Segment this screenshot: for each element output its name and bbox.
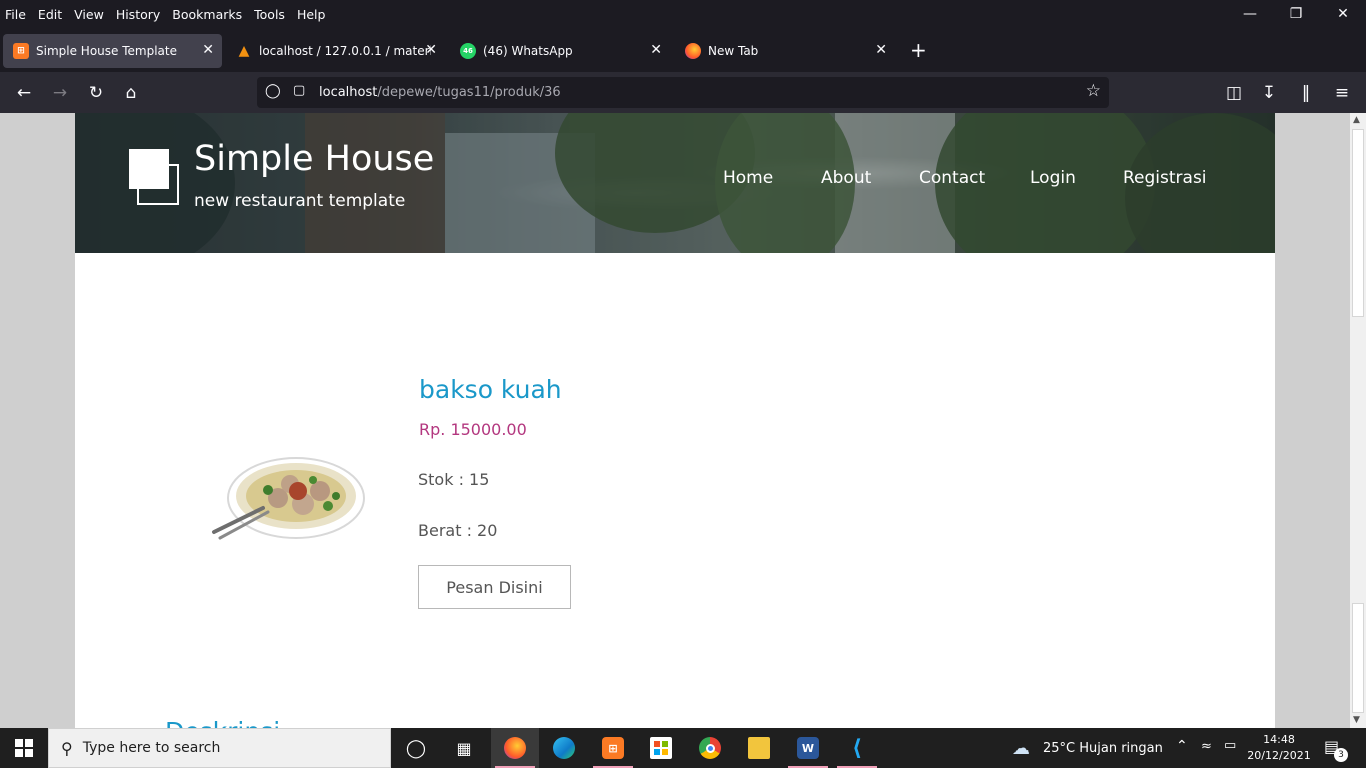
product-image-bakso: [212, 457, 365, 540]
menu-bar: File Edit View History Bookmarks Tools H…: [0, 0, 1366, 28]
menu-edit[interactable]: Edit: [38, 7, 62, 22]
pocket-icon[interactable]: ◫: [1220, 80, 1248, 106]
tab-label: New Tab: [708, 44, 759, 58]
url-path: /depewe/tugas11/produk/36: [377, 85, 561, 100]
tab-new-tab[interactable]: New Tab ✕: [675, 34, 895, 68]
url-bar[interactable]: ◯ ▢ localhost/depewe/tugas11/produk/36 ☆: [257, 77, 1109, 108]
nav-contact[interactable]: Contact: [919, 168, 985, 188]
hero-header: Simple House new restaurant template Hom…: [75, 113, 1275, 253]
tab-label: (46) WhatsApp: [483, 44, 573, 58]
url-text[interactable]: localhost/depewe/tugas11/produk/36: [319, 85, 561, 100]
back-icon[interactable]: ←: [10, 80, 38, 106]
tab-label: Simple House Template: [36, 44, 177, 58]
download-icon[interactable]: ↧: [1255, 80, 1283, 106]
weather-cloud-icon[interactable]: ☁: [1012, 738, 1030, 759]
tab-whatsapp[interactable]: 46 (46) WhatsApp ✕: [450, 34, 670, 68]
tab-simple-house[interactable]: ⊞ Simple House Template ✕: [3, 34, 222, 68]
tray-chevron-up-icon[interactable]: ⌃: [1176, 738, 1188, 754]
close-tab-icon[interactable]: ✕: [202, 42, 214, 58]
minimize-icon[interactable]: —: [1227, 0, 1273, 28]
nav-home[interactable]: Home: [723, 168, 773, 188]
site-logo-icon[interactable]: [128, 148, 180, 206]
library-icon[interactable]: ‖: [1292, 80, 1320, 106]
tab-phpmyadmin[interactable]: ▲ localhost / 127.0.0.1 / materi_de ✕: [226, 34, 445, 68]
menu-tools[interactable]: Tools: [254, 7, 285, 22]
close-tab-icon[interactable]: ✕: [650, 42, 662, 58]
notification-badge: 3: [1334, 748, 1348, 762]
clock-date: 20/12/2021: [1247, 749, 1311, 762]
taskbar-xampp-icon[interactable]: ⊞: [589, 728, 637, 768]
site-title[interactable]: Simple House: [194, 139, 434, 179]
whatsapp-icon: 46: [460, 43, 476, 59]
scrollbar-thumb[interactable]: [1352, 603, 1364, 713]
product-weight: Berat : 20: [418, 521, 498, 540]
tab-label: localhost / 127.0.0.1 / materi_de: [259, 44, 431, 58]
whatsapp-badge: 46: [463, 47, 473, 55]
phpmyadmin-icon: ▲: [238, 43, 250, 59]
navigation-toolbar: ← → ↻ ⌂ ◯ ▢ localhost/depewe/tugas11/pro…: [0, 72, 1366, 113]
shield-icon[interactable]: ◯: [265, 83, 281, 99]
close-tab-icon[interactable]: ✕: [425, 42, 437, 58]
nav-login[interactable]: Login: [1030, 168, 1076, 188]
xampp-icon: ⊞: [13, 43, 29, 59]
window-close-icon[interactable]: ✕: [1320, 0, 1366, 28]
new-tab-button[interactable]: +: [910, 38, 927, 62]
taskbar-search[interactable]: ⚲ Type here to search: [48, 728, 391, 768]
scroll-up-icon[interactable]: ▲: [1353, 115, 1360, 125]
menu-file[interactable]: File: [5, 7, 26, 22]
taskbar-file-explorer-icon[interactable]: [735, 728, 783, 768]
restore-icon[interactable]: ❐: [1273, 0, 1319, 28]
scrollbar-track-upper[interactable]: [1352, 129, 1364, 317]
taskbar-vscode-icon[interactable]: ⟨: [833, 728, 881, 768]
product-title: bakso kuah: [419, 375, 562, 404]
nav-registrasi[interactable]: Registrasi: [1123, 168, 1207, 188]
wifi-icon[interactable]: ≈: [1201, 739, 1212, 754]
taskbar-edge-icon[interactable]: [540, 728, 588, 768]
nav-about[interactable]: About: [821, 168, 871, 188]
product-stock: Stok : 15: [418, 470, 490, 489]
firefox-icon: [685, 43, 701, 59]
menu-view[interactable]: View: [74, 7, 104, 22]
cortana-icon[interactable]: ◯: [392, 728, 440, 768]
hamburger-menu-icon[interactable]: ≡: [1328, 80, 1356, 106]
forward-icon[interactable]: →: [46, 80, 74, 106]
page-icon[interactable]: ▢: [293, 83, 305, 98]
taskbar-store-icon[interactable]: [637, 728, 685, 768]
search-placeholder: Type here to search: [82, 740, 221, 756]
menu-help[interactable]: Help: [297, 7, 326, 22]
windows-taskbar: ⚲ Type here to search ◯ ▦ ⊞ W ⟨ ☁ 25°C H…: [0, 728, 1366, 768]
taskbar-chrome-icon[interactable]: [686, 728, 734, 768]
taskbar-firefox-icon[interactable]: [491, 728, 539, 768]
home-icon[interactable]: ⌂: [117, 80, 145, 106]
site-subtitle: new restaurant template: [194, 191, 406, 211]
menu-bookmarks[interactable]: Bookmarks: [172, 7, 242, 22]
taskbar-clock[interactable]: 14:48 20/12/2021: [1244, 732, 1314, 764]
windows-start-icon[interactable]: [0, 728, 48, 768]
clock-time: 14:48: [1263, 733, 1295, 746]
reload-icon[interactable]: ↻: [82, 80, 110, 106]
search-icon: ⚲: [61, 738, 73, 758]
url-host: localhost: [319, 85, 378, 100]
site-container: Simple House new restaurant template Hom…: [75, 113, 1275, 728]
menu-history[interactable]: History: [116, 7, 160, 22]
scroll-down-icon[interactable]: ▼: [1353, 715, 1360, 725]
taskbar-word-icon[interactable]: W: [784, 728, 832, 768]
description-heading: Deskripsi: [165, 717, 280, 728]
task-view-icon[interactable]: ▦: [440, 728, 488, 768]
order-button[interactable]: Pesan Disini: [418, 565, 571, 609]
tab-strip: ⊞ Simple House Template ✕ ▲ localhost / …: [0, 28, 1366, 72]
close-tab-icon[interactable]: ✕: [875, 42, 887, 58]
product-price: Rp. 15000.00: [419, 420, 527, 439]
page-scrollbar[interactable]: ▲ ▼: [1350, 113, 1366, 728]
weather-text[interactable]: 25°C Hujan ringan: [1043, 741, 1163, 756]
battery-icon[interactable]: ▭: [1224, 738, 1236, 753]
page-viewport: Simple House new restaurant template Hom…: [0, 113, 1350, 728]
hero-overlay: [75, 113, 1275, 253]
bookmark-star-icon[interactable]: ☆: [1086, 81, 1101, 101]
